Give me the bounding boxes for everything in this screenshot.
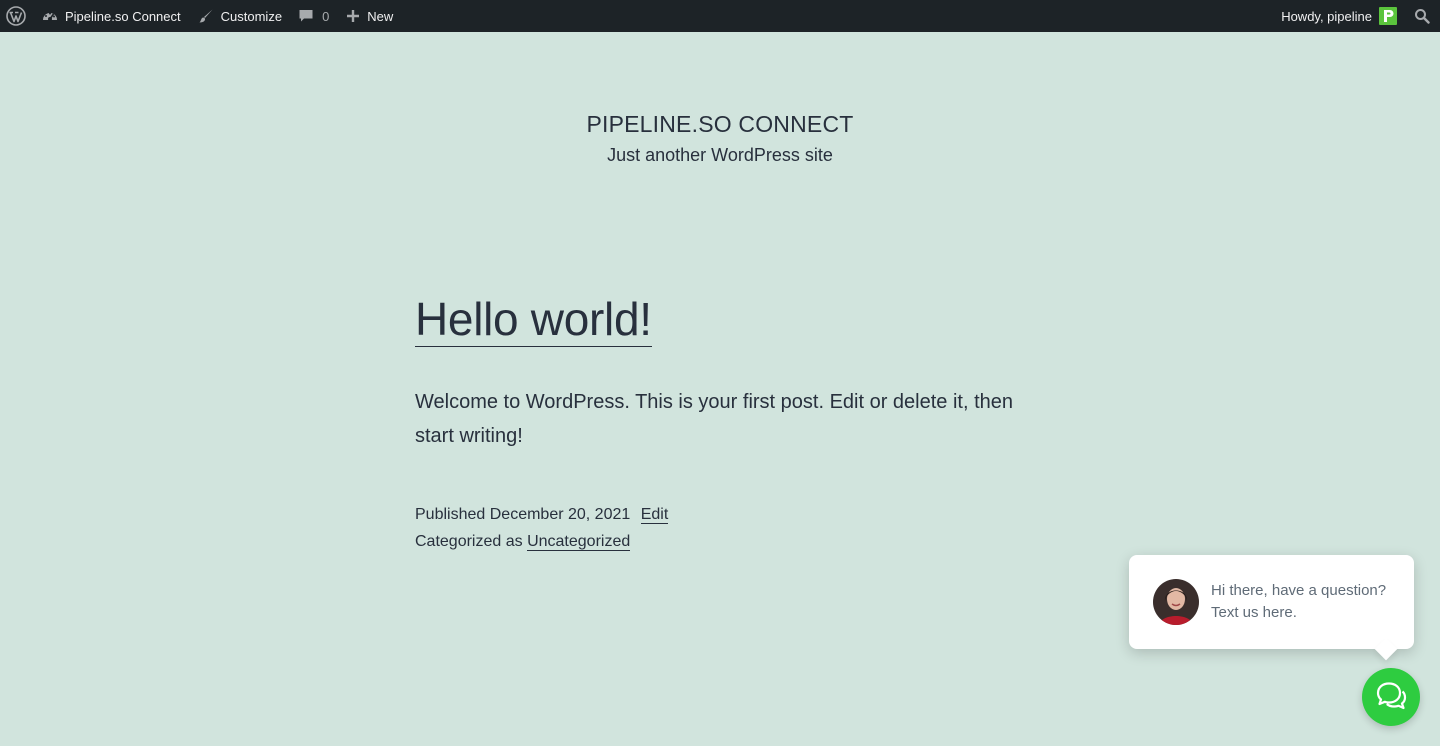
site-description: Just another WordPress site (607, 145, 833, 165)
chat-open-button[interactable] (1362, 668, 1420, 726)
comment-icon (298, 8, 314, 24)
site-header: PIPELINE.SO CONNECT Just another WordPre… (0, 110, 1440, 166)
search-icon (1414, 8, 1430, 24)
edit-post-link[interactable]: Edit (640, 506, 669, 524)
category-link[interactable]: Uncategorized (527, 533, 631, 551)
wordpress-logo-button[interactable] (0, 0, 33, 32)
site-name-menu[interactable]: Pipeline.so Connect (33, 0, 189, 32)
admin-bar-left: Pipeline.so Connect Customize 0 New (0, 0, 401, 32)
post-published-line: Published December 20, 2021 Edit (415, 501, 1035, 528)
wordpress-logo-icon (6, 6, 26, 26)
howdy-label: Howdy, pipeline (1281, 8, 1372, 24)
comments-count: 0 (322, 8, 330, 24)
user-avatar (1379, 7, 1397, 25)
published-prefix: Published (415, 506, 486, 523)
customize-label: Customize (220, 8, 283, 24)
site-title[interactable]: PIPELINE.SO CONNECT (0, 110, 1440, 138)
search-button[interactable] (1405, 0, 1440, 32)
published-date: December 20, 2021 (489, 506, 631, 523)
admin-bar: Pipeline.so Connect Customize 0 New Howd… (0, 0, 1440, 32)
chat-prompt-text: Hi there, have a question? Text us here. (1211, 582, 1387, 621)
post: Hello world! Welcome to WordPress. This … (415, 292, 1035, 555)
post-category-line: Categorized as Uncategorized (415, 528, 1035, 555)
dashboard-icon (41, 7, 59, 25)
customize-button[interactable]: Customize (189, 0, 290, 32)
categorized-prefix: Categorized as (415, 533, 523, 550)
comments-button[interactable]: 0 (290, 0, 337, 32)
new-label: New (367, 8, 394, 24)
my-account-menu[interactable]: Howdy, pipeline (1273, 0, 1405, 32)
post-content: Welcome to WordPress. This is your first… (415, 391, 1014, 447)
admin-bar-right: Howdy, pipeline (1273, 0, 1440, 32)
chat-prompt-bubble[interactable]: Hi there, have a question? Text us here. (1129, 555, 1414, 649)
plus-icon (345, 8, 361, 24)
site-name-label: Pipeline.so Connect (65, 8, 181, 24)
chat-bubbles-icon (1374, 678, 1408, 717)
new-content-button[interactable]: New (337, 0, 401, 32)
agent-avatar (1153, 579, 1199, 625)
post-meta: Published December 20, 2021 Edit Categor… (415, 501, 1035, 555)
paintbrush-icon (197, 7, 215, 25)
post-title[interactable]: Hello world! (415, 292, 652, 347)
